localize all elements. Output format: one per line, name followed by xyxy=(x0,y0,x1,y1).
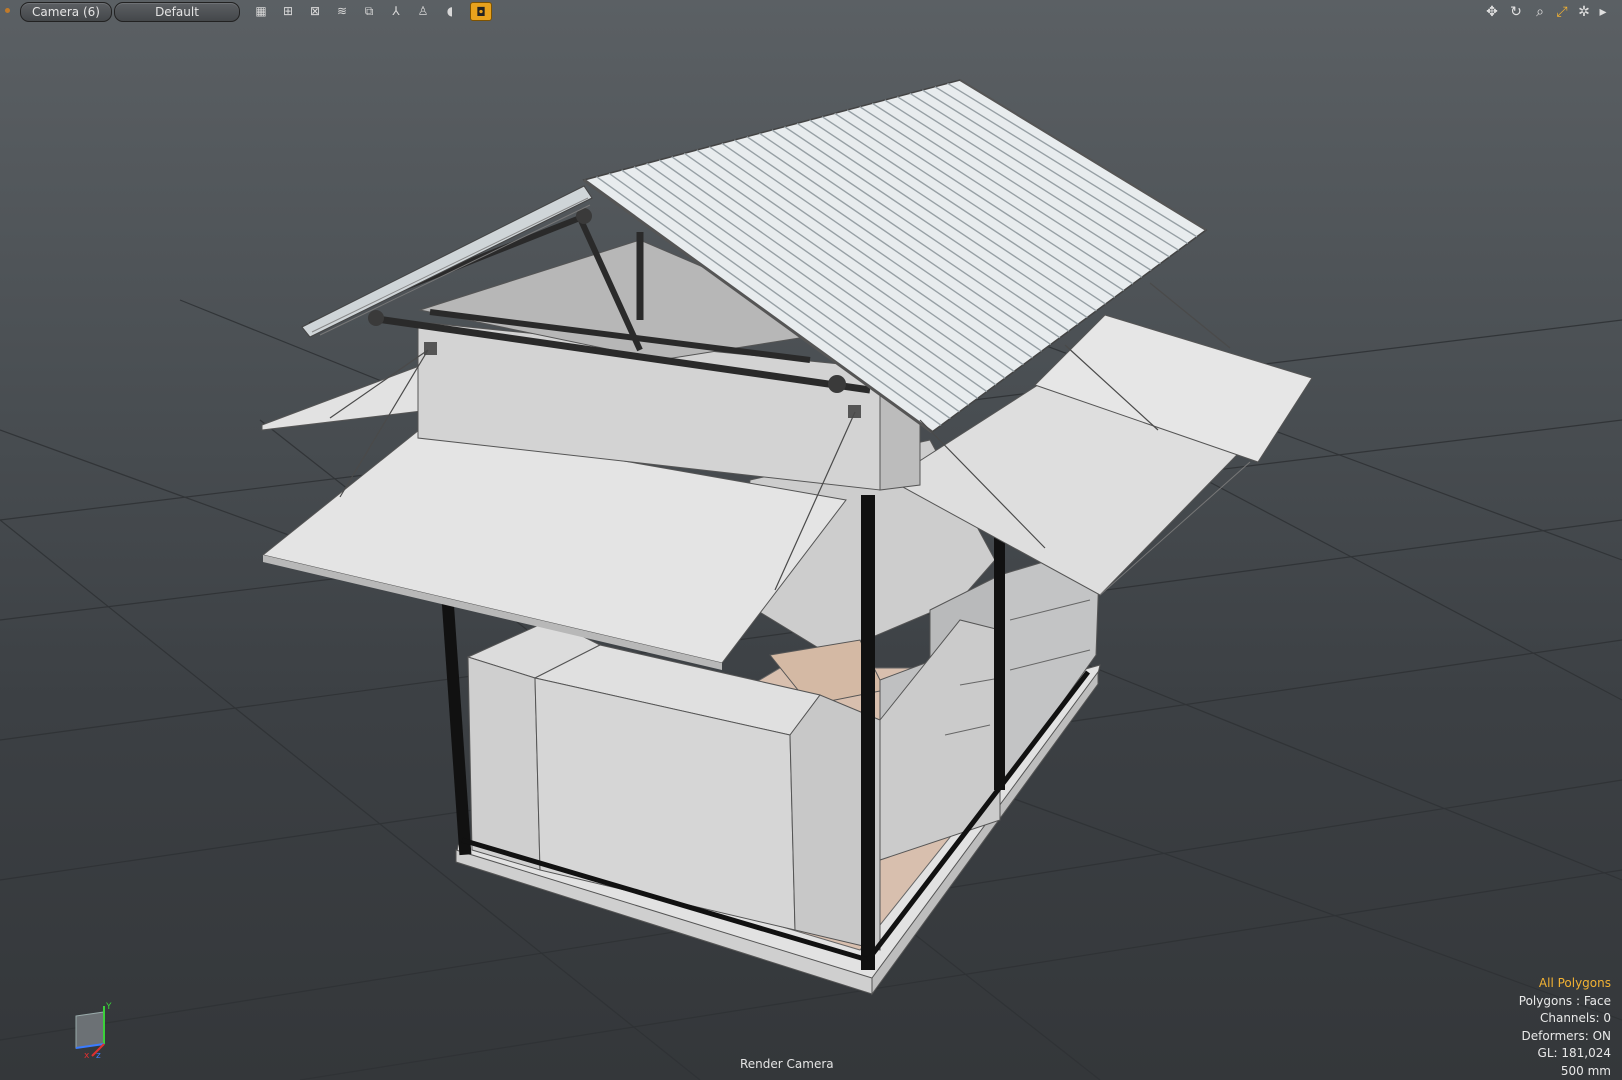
frame-icon[interactable]: ⧉ xyxy=(358,2,380,21)
style-dropdown[interactable]: Default xyxy=(114,2,240,22)
move-icon[interactable]: ✥ xyxy=(1482,2,1502,22)
selection-mode: All Polygons xyxy=(1538,976,1611,990)
expand-arrow-icon[interactable]: ▸ xyxy=(1596,2,1610,22)
settings-icon[interactable]: ✲ xyxy=(1574,2,1594,22)
counter-right xyxy=(879,619,1001,861)
quad-grid-icon[interactable]: ⊞ xyxy=(277,2,299,21)
viewport-toolbar: Camera (6) Default ▦ ⊞ ⊠ ≋ ⧉ ⅄ ♙ ◖ ◘ ✥ ↻… xyxy=(0,0,1622,24)
person-icon[interactable]: ♙ xyxy=(412,2,434,21)
deformers-readout: Deformers: ON xyxy=(1521,1028,1611,1043)
viewport-menu-icon[interactable] xyxy=(5,8,10,13)
axis-y-label: Y xyxy=(105,1002,112,1012)
shadow-icon[interactable]: ◖ xyxy=(439,2,461,21)
awning-back-left xyxy=(261,364,431,431)
rotate-icon[interactable]: ↻ xyxy=(1506,2,1526,22)
hair-icon[interactable]: ≋ xyxy=(331,2,353,21)
axis-icon[interactable]: ⅄ xyxy=(385,2,407,21)
cross-box-icon[interactable]: ⊠ xyxy=(304,2,326,21)
polygons-readout: Polygons : Face xyxy=(1518,993,1611,1008)
texture-icon[interactable]: ◘ xyxy=(470,2,492,21)
axis-gizmo: Y x z xyxy=(70,1000,120,1060)
fit-icon[interactable]: ⤢ xyxy=(1552,2,1572,22)
gl-readout: GL: 181,024 xyxy=(1537,1046,1611,1060)
scene-canvas[interactable] xyxy=(0,0,1622,1080)
axis-z-label: z xyxy=(96,1051,101,1060)
channels-readout: Channels: 0 xyxy=(1539,1011,1611,1025)
camera-label: Render Camera xyxy=(740,1057,834,1071)
scale-readout: 500 mm xyxy=(1560,1063,1611,1078)
info-panel: All Polygons Polygons : Face Channels: 0… xyxy=(1351,975,1611,1080)
axis-x-label: x xyxy=(84,1051,90,1060)
wireframe-grid-icon[interactable]: ▦ xyxy=(250,2,272,21)
camera-dropdown[interactable]: Camera (6) xyxy=(20,2,112,22)
zoom-icon[interactable]: ⌕ xyxy=(1530,2,1550,22)
3d-viewport[interactable]: Camera (6) Default ▦ ⊞ ⊠ ≋ ⧉ ⅄ ♙ ◖ ◘ ✥ ↻… xyxy=(0,0,1622,1080)
